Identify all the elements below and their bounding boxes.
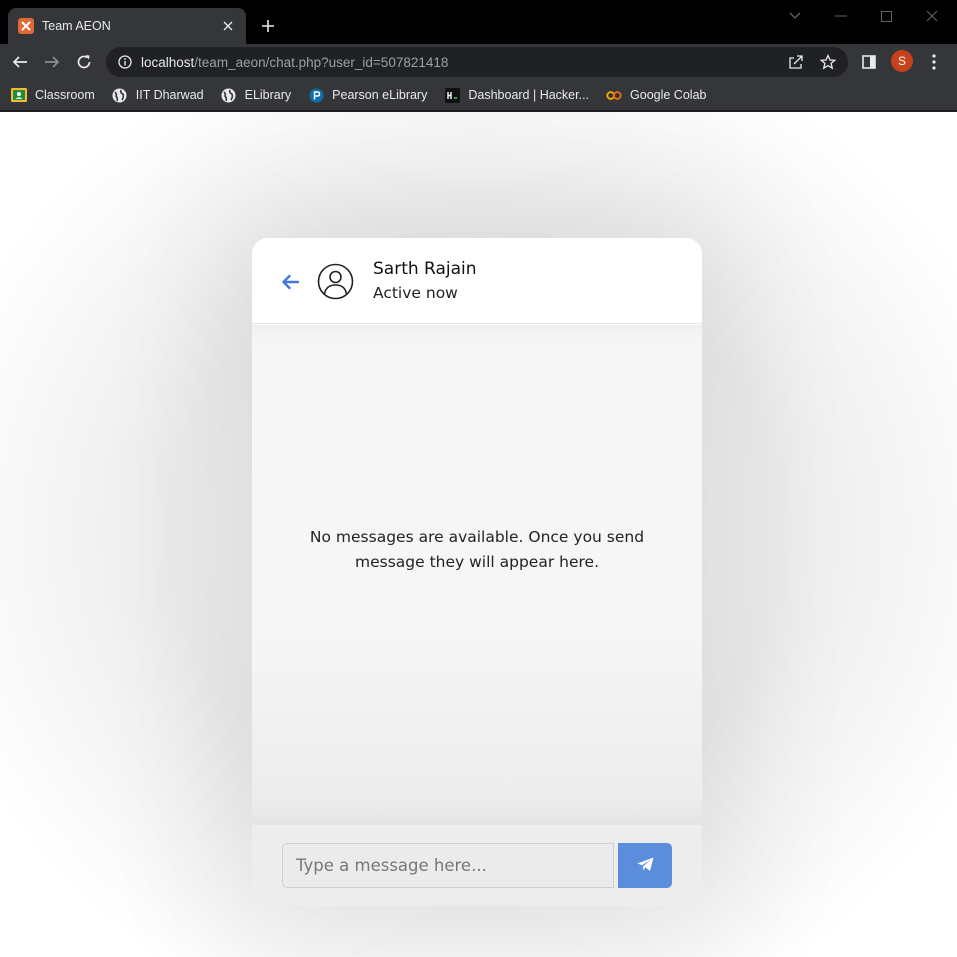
- bookmarks-bar: Classroom IIT Dharwad ELibrary Pearson e…: [0, 80, 957, 111]
- chat-messages-area: No messages are available. Once you send…: [252, 325, 702, 825]
- classroom-icon: [11, 87, 27, 103]
- back-arrow-icon[interactable]: [279, 271, 301, 293]
- globe-icon: [221, 87, 237, 103]
- bookmark-elibrary[interactable]: ELibrary: [221, 87, 292, 103]
- bookmark-label: Dashboard | Hacker...: [468, 88, 590, 102]
- share-icon[interactable]: [786, 52, 806, 72]
- address-bar[interactable]: localhost/team_aeon/chat.php?user_id=507…: [106, 47, 848, 77]
- tab-search-chevron-icon[interactable]: [785, 6, 805, 26]
- url-path: /team_aeon/chat.php?user_id=507821418: [194, 54, 449, 70]
- bookmark-classroom[interactable]: Classroom: [11, 87, 95, 103]
- xampp-icon: [18, 18, 34, 34]
- window-close-icon[interactable]: [922, 6, 942, 26]
- bookmark-iit-dharwad[interactable]: IIT Dharwad: [112, 87, 204, 103]
- chat-header: Sarth Rajain Active now: [252, 238, 702, 324]
- reload-icon[interactable]: [73, 51, 95, 73]
- back-icon[interactable]: [9, 51, 31, 73]
- more-menu-icon[interactable]: [923, 51, 945, 73]
- bookmark-label: ELibrary: [244, 88, 292, 102]
- chat-card: Sarth Rajain Active now No messages are …: [252, 238, 702, 906]
- user-avatar-icon: [317, 263, 354, 300]
- url-host: localhost: [141, 54, 195, 70]
- minimize-icon[interactable]: [831, 6, 851, 26]
- browser-toolbar: localhost/team_aeon/chat.php?user_id=507…: [0, 44, 957, 80]
- browser-tab[interactable]: Team AEON: [8, 8, 246, 44]
- message-input[interactable]: [282, 843, 614, 888]
- maximize-icon[interactable]: [876, 6, 896, 26]
- browser-tab-bar: Team AEON: [0, 0, 957, 44]
- profile-avatar[interactable]: S: [891, 50, 913, 72]
- chat-user-name: Sarth Rajain: [373, 259, 477, 279]
- bookmark-label: Google Colab: [630, 88, 707, 102]
- bookmark-label: Pearson eLibrary: [332, 88, 428, 102]
- site-info-icon[interactable]: [118, 55, 132, 69]
- bookmark-pearson-elibrary[interactable]: Pearson eLibrary: [308, 87, 427, 103]
- send-button[interactable]: [618, 843, 672, 888]
- globe-icon: [112, 87, 128, 103]
- bookmark-label: Classroom: [35, 88, 95, 102]
- url-text: localhost/team_aeon/chat.php?user_id=507…: [141, 55, 448, 70]
- new-tab-plus-icon[interactable]: [258, 16, 278, 36]
- page-content: Sarth Rajain Active now No messages are …: [0, 112, 957, 957]
- chat-user-status: Active now: [373, 284, 458, 302]
- bookmark-hackerrank-dashboard[interactable]: Dashboard | Hacker...: [444, 87, 589, 103]
- side-panel-icon[interactable]: [858, 51, 880, 73]
- colab-icon: [606, 87, 622, 103]
- bookmark-star-icon[interactable]: [818, 52, 838, 72]
- forward-icon[interactable]: [41, 51, 63, 73]
- pearson-icon: [308, 87, 324, 103]
- hackerrank-icon: [444, 87, 460, 103]
- tab-title: Team AEON: [42, 19, 111, 33]
- empty-chat-message: No messages are available. Once you send…: [309, 528, 645, 571]
- bookmark-label: IIT Dharwad: [135, 88, 204, 102]
- tab-close-icon[interactable]: [220, 18, 236, 34]
- send-paper-plane-icon: [637, 857, 654, 875]
- message-compose-form: [252, 825, 702, 906]
- bookmark-google-colab[interactable]: Google Colab: [606, 87, 706, 103]
